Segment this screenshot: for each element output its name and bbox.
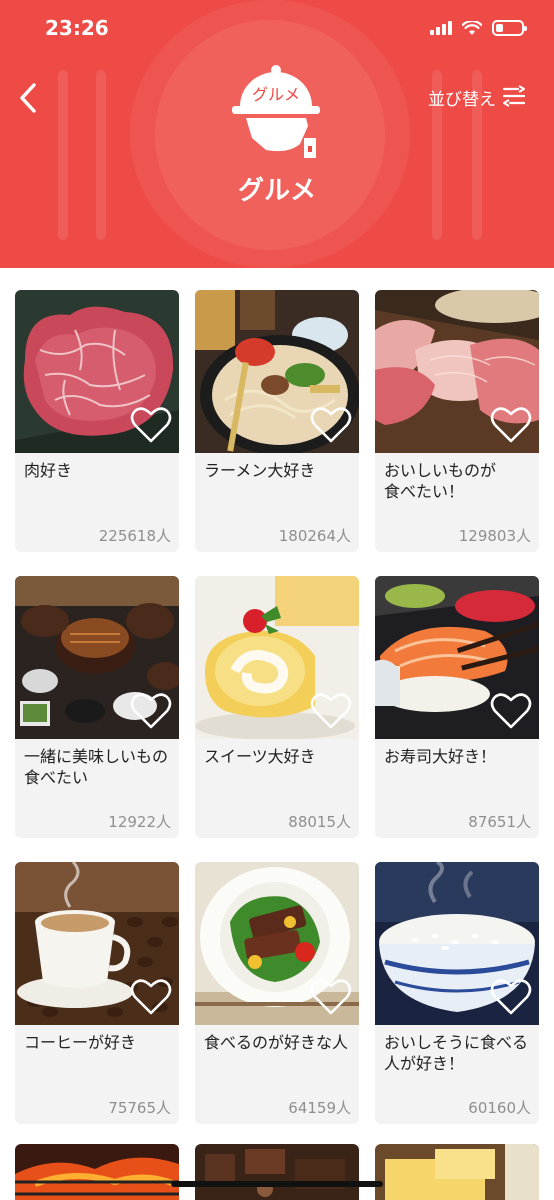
- member-count: 60160人: [468, 1099, 531, 1117]
- card-image-steak-salad: [195, 862, 359, 1025]
- community-card[interactable]: おいしいものが 食べたい！ 129803人: [375, 290, 539, 552]
- member-count: 87651人: [468, 813, 531, 831]
- member-count: 64159人: [288, 1099, 351, 1117]
- butter-photo: [375, 1144, 539, 1200]
- member-count: 88015人: [288, 813, 351, 831]
- community-card[interactable]: [195, 1144, 359, 1200]
- chocolates-photo: [195, 1144, 359, 1200]
- heart-outline-icon[interactable]: [129, 977, 173, 1017]
- heart-outline-icon[interactable]: [309, 691, 353, 731]
- card-title: おいしいものが 食べたい！: [384, 461, 497, 501]
- back-button[interactable]: [8, 78, 48, 118]
- cloche-icon: グルメ: [232, 65, 320, 158]
- member-count: 129803人: [458, 527, 531, 545]
- heart-outline-icon[interactable]: [489, 691, 533, 731]
- category-title: グルメ: [237, 176, 316, 206]
- home-indicator: [171, 1181, 383, 1187]
- community-card[interactable]: スイーツ大好き 88015人: [195, 576, 359, 838]
- heart-outline-icon[interactable]: [489, 405, 533, 445]
- wifi-icon: [462, 20, 482, 35]
- sort-button[interactable]: 並び替え: [428, 82, 526, 112]
- community-grid: 肉好き 225618人 ラーメン大好き 180264人 おいしいものが 食べたい…: [15, 290, 539, 1124]
- card-title: 肉好き: [24, 461, 73, 480]
- card-image-sushi: [375, 576, 539, 739]
- fork-decoration: [58, 70, 68, 240]
- heart-outline-icon[interactable]: [489, 977, 533, 1017]
- card-title: おいしそうに食べる 人が好き！: [384, 1033, 529, 1073]
- card-title: コーヒーが好き: [24, 1033, 137, 1052]
- member-count: 225618人: [98, 527, 171, 545]
- community-card[interactable]: 一緒に美味しいもの 食べたい 12922人: [15, 576, 179, 838]
- card-image-coffee: [15, 862, 179, 1025]
- card-image-unagi-set: [15, 576, 179, 739]
- member-count: 180264人: [278, 527, 351, 545]
- sort-label: 並び替え: [428, 89, 496, 110]
- yakiniku-grill-photo: [15, 1144, 179, 1200]
- card-image-sashimi: [375, 290, 539, 453]
- community-card[interactable]: [15, 1144, 179, 1200]
- card-title: お寿司大好き！: [384, 747, 497, 766]
- card-image-roll-cake: [195, 576, 359, 739]
- category-header: 23:26 並び替え グルメ グルメ: [0, 0, 554, 268]
- card-image-rice: [375, 862, 539, 1025]
- card-title: 食べるのが好きな人: [204, 1033, 349, 1052]
- community-card[interactable]: お寿司大好き！ 87651人: [375, 576, 539, 838]
- status-icons: [430, 20, 527, 36]
- fork-decoration: [96, 70, 106, 240]
- community-card[interactable]: 肉好き 225618人: [15, 290, 179, 552]
- card-title: スイーツ大好き: [204, 747, 316, 766]
- member-count: 12922人: [108, 813, 171, 831]
- community-card[interactable]: おいしそうに食べる 人が好き！ 60160人: [375, 862, 539, 1124]
- heart-outline-icon[interactable]: [309, 405, 353, 445]
- card-image-wagyu-beef: [15, 290, 179, 453]
- card-title: 一緒に美味しいもの 食べたい: [24, 747, 169, 787]
- community-grid-next-row: [15, 1144, 539, 1200]
- community-card[interactable]: コーヒーが好き 75765人: [15, 862, 179, 1124]
- cloche-label: グルメ: [252, 85, 300, 104]
- card-title: ラーメン大好き: [204, 461, 316, 480]
- cellular-signal-icon: [430, 21, 452, 35]
- community-card[interactable]: 食べるのが好きな人 64159人: [195, 862, 359, 1124]
- community-card[interactable]: [375, 1144, 539, 1200]
- heart-outline-icon[interactable]: [129, 405, 173, 445]
- heart-outline-icon[interactable]: [129, 691, 173, 731]
- card-image-ramen: [195, 290, 359, 453]
- heart-outline-icon[interactable]: [309, 977, 353, 1017]
- member-count: 75765人: [108, 1099, 171, 1117]
- status-bar: 23:26: [0, 0, 554, 60]
- battery-icon: [492, 20, 527, 36]
- sort-icon: [502, 85, 526, 107]
- chevron-left-icon: [20, 83, 36, 113]
- status-time: 23:26: [45, 16, 109, 40]
- community-card[interactable]: ラーメン大好き 180264人: [195, 290, 359, 552]
